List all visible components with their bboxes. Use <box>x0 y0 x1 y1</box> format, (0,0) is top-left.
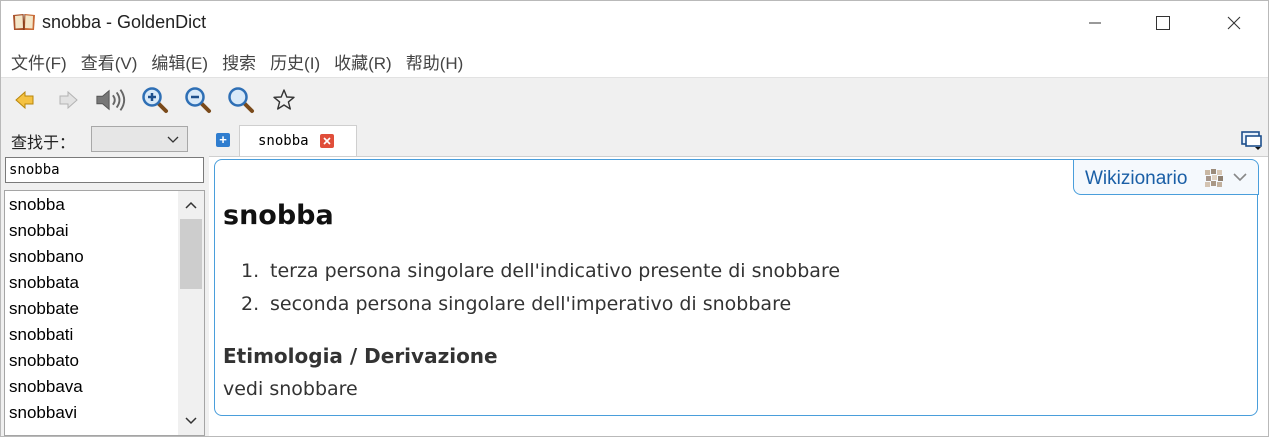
zoom-in-button[interactable] <box>139 85 171 115</box>
back-button[interactable] <box>9 85 41 115</box>
tabs-list-button[interactable] <box>1240 129 1264 151</box>
article-frame: Wikizionario snobba 1. terza persona sing… <box>214 159 1259 416</box>
dictionary-bar[interactable]: Wikizionario <box>1073 159 1259 195</box>
zoom-out-button[interactable] <box>182 85 214 115</box>
scroll-down-button[interactable] <box>178 407 204 435</box>
word-list-scrollbar[interactable] <box>178 191 204 435</box>
new-tab-button[interactable]: + <box>216 133 230 147</box>
scroll-up-button[interactable] <box>178 191 204 219</box>
menu-file[interactable]: 文件(F) <box>4 49 74 74</box>
menu-history[interactable]: 历史(I) <box>263 49 327 74</box>
menu-help[interactable]: 帮助(H) <box>399 49 471 74</box>
close-icon <box>1227 16 1241 30</box>
star-icon <box>273 89 295 110</box>
word-list-item[interactable]: snobbati <box>9 325 73 345</box>
toolbar <box>1 77 1268 121</box>
forward-button[interactable] <box>52 85 84 115</box>
chevron-down-icon <box>185 417 197 425</box>
title-bar: snobba - GoldenDict <box>1 1 1268 45</box>
definition-item: 2. seconda persona singolare dell'imperat… <box>241 293 792 315</box>
word-list: snobba snobbai snobbano snobbata snobbate sno… <box>4 190 205 436</box>
tab-close-button[interactable] <box>320 134 334 148</box>
speaker-icon <box>96 89 126 111</box>
word-list-item[interactable]: snobbano <box>9 247 84 267</box>
word-list-item[interactable]: snobbata <box>9 273 79 293</box>
word-list-item[interactable]: snobba <box>9 195 65 215</box>
dictionary-name[interactable]: Wikizionario <box>1085 168 1187 190</box>
scroll-thumb[interactable] <box>180 219 202 289</box>
tab-snobba[interactable]: snobba <box>239 125 357 157</box>
menu-favorites[interactable]: 收藏(R) <box>327 49 399 74</box>
tabs-list-icon <box>1241 131 1262 150</box>
menu-view[interactable]: 查看(V) <box>74 49 145 74</box>
word-list-item[interactable]: snobbate <box>9 299 79 319</box>
tab-label: snobba <box>258 133 309 149</box>
menu-search[interactable]: 搜索 <box>215 49 263 74</box>
look-in-dropdown[interactable] <box>91 126 188 152</box>
close-icon <box>323 137 331 145</box>
minimize-button[interactable] <box>1072 1 1118 45</box>
definition-list: 1. terza persona singolare dell'indicativ… <box>241 260 840 326</box>
forward-arrow-icon <box>59 90 78 110</box>
close-button[interactable] <box>1211 1 1257 45</box>
section-text: vedi snobbare <box>223 378 358 400</box>
wiktionary-icon <box>1204 168 1226 188</box>
search-input[interactable] <box>5 157 204 183</box>
menu-bar: 文件(F) 查看(V) 编辑(E) 搜索 历史(I) 收藏(R) 帮助(H) <box>1 45 1268 77</box>
menu-edit[interactable]: 编辑(E) <box>144 49 215 74</box>
section-heading: Etimologia / Derivazione <box>223 344 498 368</box>
add-to-favorites-button[interactable] <box>268 85 300 115</box>
plus-icon: + <box>219 132 227 147</box>
zoom-out-icon <box>185 87 211 113</box>
zoom-reset-button[interactable] <box>225 85 257 115</box>
look-in-label: 查找于： <box>11 135 76 152</box>
headword: snobba <box>223 200 334 231</box>
word-list-item[interactable]: snobbava <box>9 377 83 397</box>
definition-item: 1. terza persona singolare dell'indicativ… <box>241 260 841 282</box>
chevron-down-icon <box>1233 173 1247 182</box>
maximize-icon <box>1156 16 1170 30</box>
word-list-item[interactable]: snobbavi <box>9 403 77 423</box>
chevron-up-icon <box>185 201 197 209</box>
minimize-icon <box>1089 22 1101 24</box>
word-list-item[interactable]: snobbato <box>9 351 79 371</box>
book-icon <box>12 12 36 32</box>
maximize-button[interactable] <box>1140 1 1186 45</box>
word-list-item[interactable]: snobbai <box>9 221 69 241</box>
back-arrow-icon <box>15 90 34 110</box>
zoom-reset-icon <box>228 87 254 113</box>
goldendict-window: snobba - GoldenDict 文件(F) 查看(V) 编辑(E) 搜索… <box>0 0 1269 437</box>
pronounce-button[interactable] <box>95 85 127 115</box>
window-title: snobba - GoldenDict <box>42 12 207 32</box>
chevron-down-icon <box>167 136 179 143</box>
zoom-in-icon <box>142 87 168 113</box>
